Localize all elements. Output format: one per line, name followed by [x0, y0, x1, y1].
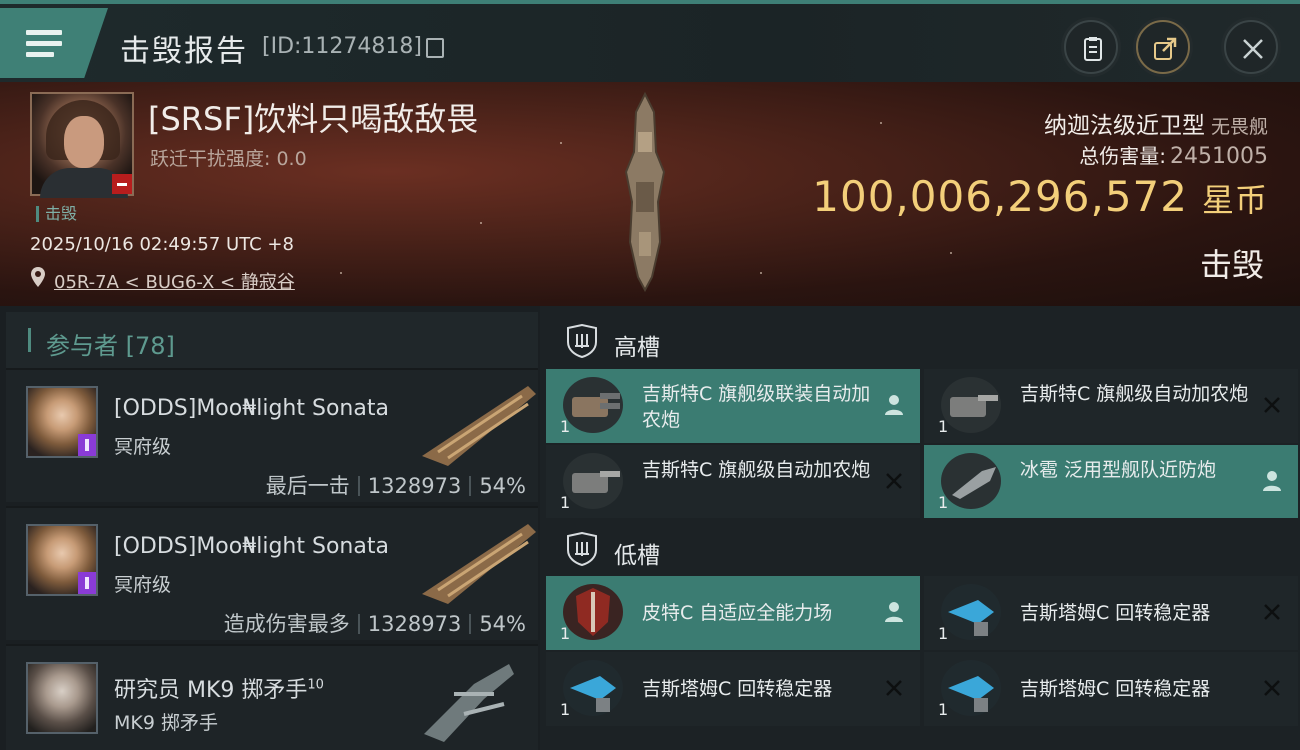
module-slot[interactable]: 1 吉斯特C 旗舰级自动加农炮: [924, 369, 1298, 443]
participant-row[interactable]: 研究员 MK9 掷矛手10 MK9 掷矛手: [6, 644, 538, 750]
menu-button[interactable]: [0, 8, 108, 78]
warp-disruption: 跃迁干扰强度: 0.0: [150, 148, 307, 170]
x-icon: [886, 473, 902, 489]
kill-status: 击毁: [1199, 246, 1264, 284]
page-title: 击毁报告: [120, 34, 248, 69]
participant-stats: 最后一击 1328973 54%: [265, 474, 526, 498]
clipboard-icon: [1084, 37, 1102, 61]
kill-tag: 击毁: [36, 206, 77, 222]
x-icon: [1264, 680, 1280, 696]
victim-ship-image: [624, 92, 666, 292]
kill-time: 2025/10/16 02:49:57 UTC +8: [30, 234, 294, 255]
avatar[interactable]: [26, 662, 98, 734]
pilot-icon: [885, 395, 903, 415]
victim-banner: [SRSF]饮料只喝敌敌畏 跃迁干扰强度: 0.0 击毁 2025/10/16 …: [0, 82, 1300, 306]
ship-class: 纳迦法级近卫型 无畏舰: [1043, 113, 1268, 139]
kill-location[interactable]: 05R-7A < BUG6-X < 静寂谷: [54, 268, 295, 294]
participant-row[interactable]: [ODDS]Moo₦light Sonata 冥府级 最后一击 1328973 54…: [6, 368, 538, 502]
total-damage: 总伤害量: 2451005: [1079, 144, 1268, 169]
participant-ship-image: [424, 664, 514, 742]
share-icon: [1154, 37, 1177, 60]
participants-header: 参与者 [78]: [6, 312, 538, 368]
module-slot[interactable]: 1 吉斯塔姆C 回转稳定器: [546, 652, 920, 726]
participant-row[interactable]: [ODDS]Moo₦light Sonata 冥府级 造成伤害最多 1328973…: [6, 506, 538, 640]
clipboard-button[interactable]: [1064, 20, 1118, 74]
participant-ship: 冥府级: [114, 574, 172, 596]
participants-panel: 参与者 [78] [ODDS]Moo₦light Sonata 冥府级 最后一击…: [0, 306, 540, 750]
module-slot[interactable]: 1 吉斯特C 旗舰级联装自动加农炮: [546, 369, 920, 443]
pilot-icon: [885, 602, 903, 622]
participant-ship-image: [422, 386, 536, 466]
x-icon: [1264, 604, 1280, 620]
shield-icon: [567, 324, 597, 358]
kill-minus-icon: [112, 174, 132, 194]
shield-icon: [567, 532, 597, 566]
participant-ship: 冥府级: [114, 436, 172, 458]
participant-stats: 造成伤害最多 1328973 54%: [223, 612, 526, 636]
top-bar: 击毁报告 [ID:11274818]: [0, 0, 1300, 82]
avatar[interactable]: [26, 386, 98, 458]
low-slot-header: 低槽: [544, 518, 1300, 578]
avatar[interactable]: [26, 524, 98, 596]
close-icon: [1243, 39, 1263, 59]
participants-count: 参与者 [78]: [46, 332, 175, 360]
rank-badge-icon: [78, 434, 96, 456]
fitting-panel: 高槽 1 吉斯特C 旗舰级联装自动加农炮 1 吉斯特C 旗舰级自动加农炮 1 吉…: [540, 306, 1300, 750]
victim-portrait[interactable]: [30, 92, 134, 198]
rank-badge-icon: [78, 572, 96, 594]
module-slot[interactable]: 1 吉斯特C 旗舰级自动加农炮: [546, 445, 920, 519]
module-slot[interactable]: 1 皮特C 自适应全能力场: [546, 576, 920, 650]
isk-value: 100,006,296,572 星币: [812, 172, 1268, 221]
copy-icon[interactable]: [426, 38, 444, 58]
x-icon: [886, 680, 902, 696]
participant-name: [ODDS]Moo₦light Sonata: [114, 396, 389, 421]
victim-name[interactable]: [SRSF]饮料只喝敌敌畏: [148, 94, 478, 140]
share-button[interactable]: [1136, 20, 1190, 74]
high-slot-header: 高槽: [544, 310, 1300, 370]
module-slot[interactable]: 1 吉斯塔姆C 回转稳定器: [924, 652, 1298, 726]
module-slot[interactable]: 1 吉斯塔姆C 回转稳定器: [924, 576, 1298, 650]
close-button[interactable]: [1224, 20, 1278, 74]
x-icon: [1264, 397, 1280, 413]
participant-ship: MK9 掷矛手: [114, 712, 218, 734]
participant-ship-image: [422, 524, 536, 604]
pilot-icon: [1263, 471, 1281, 491]
module-slot[interactable]: 1 冰雹 泛用型舰队近防炮: [924, 445, 1298, 519]
report-id: [ID:11274818]: [262, 34, 422, 59]
participant-name: [ODDS]Moo₦light Sonata: [114, 534, 389, 559]
location-pin-icon: [31, 267, 45, 287]
participant-name: 研究员 MK9 掷矛手10: [114, 677, 324, 703]
